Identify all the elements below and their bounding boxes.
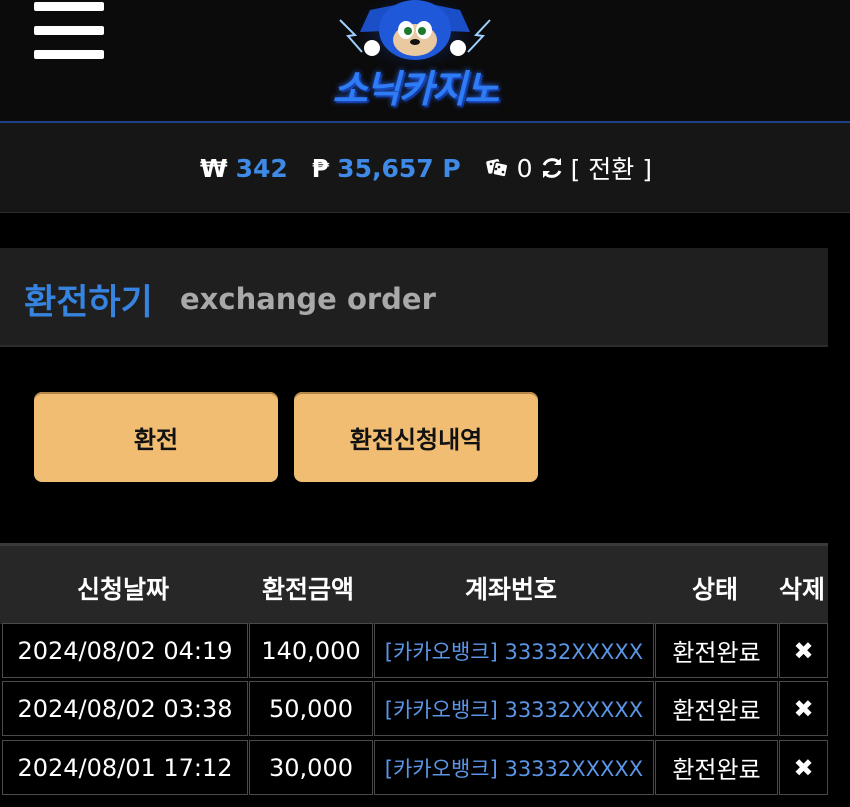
row-account: [카카오뱅크] 33332XXXXX — [374, 740, 654, 795]
table-header: 신청날짜 환전금액 계좌번호 상태 삭제 — [0, 543, 828, 624]
row-status: 환전완료 — [655, 623, 778, 678]
table-row: 2024/08/02 04:19 140,000 [카카오뱅크] 33332XX… — [0, 623, 828, 680]
table-row: 2024/08/01 17:12 30,000 [카카오뱅크] 33332XXX… — [0, 740, 828, 797]
site-header: 소닉카지노 — [0, 0, 850, 123]
logo-text: 소닉카지노 — [332, 67, 500, 111]
dice-count: 0 — [516, 153, 533, 183]
row-status: 환전완료 — [655, 740, 778, 795]
page-title: 환전하기 — [24, 283, 153, 323]
delete-icon[interactable]: ✖ — [779, 623, 828, 678]
row-amount: 140,000 — [249, 623, 373, 678]
dice-icon — [485, 159, 509, 178]
menu-icon[interactable] — [34, 2, 104, 62]
point-balance: 35,657 P — [337, 153, 461, 183]
exchange-button[interactable]: 환전 — [34, 392, 278, 482]
won-icon: ₩ — [200, 153, 228, 183]
row-amount: 30,000 — [249, 740, 373, 795]
table-row: 2024/08/02 03:38 50,000 [카카오뱅크] 33332XXX… — [0, 681, 828, 738]
won-balance: 342 — [235, 153, 288, 183]
exchange-history-button[interactable]: 환전신청내역 — [294, 392, 538, 482]
row-status: 환전완료 — [655, 681, 778, 736]
header-status: 상태 — [692, 575, 739, 604]
row-account: [카카오뱅크] 33332XXXXX — [374, 623, 654, 678]
point-icon: ₱ — [311, 153, 330, 183]
delete-icon[interactable]: ✖ — [779, 681, 828, 736]
row-amount: 50,000 — [249, 681, 373, 736]
row-account: [카카오뱅크] 33332XXXXX — [374, 681, 654, 736]
header-delete: 삭제 — [779, 575, 826, 604]
balance-bar: ₩ 342 ₱ 35,657 P 0 [ 전환 ] — [0, 123, 850, 213]
convert-link[interactable]: [ 전환 ] — [571, 150, 652, 186]
row-date: 2024/08/02 03:38 — [2, 681, 248, 736]
row-date: 2024/08/01 17:12 — [2, 740, 248, 795]
delete-icon[interactable]: ✖ — [779, 740, 828, 795]
header-date: 신청날짜 — [77, 575, 170, 604]
refresh-icon[interactable] — [539, 155, 565, 181]
page-subtitle: exchange order — [180, 282, 436, 316]
header-amount: 환전금액 — [262, 575, 355, 604]
row-date: 2024/08/02 04:19 — [2, 623, 248, 678]
site-logo[interactable]: 소닉카지노 — [300, 0, 530, 112]
header-account: 계좌번호 — [465, 575, 558, 604]
page-title-bar: 환전하기 exchange order — [0, 248, 828, 347]
